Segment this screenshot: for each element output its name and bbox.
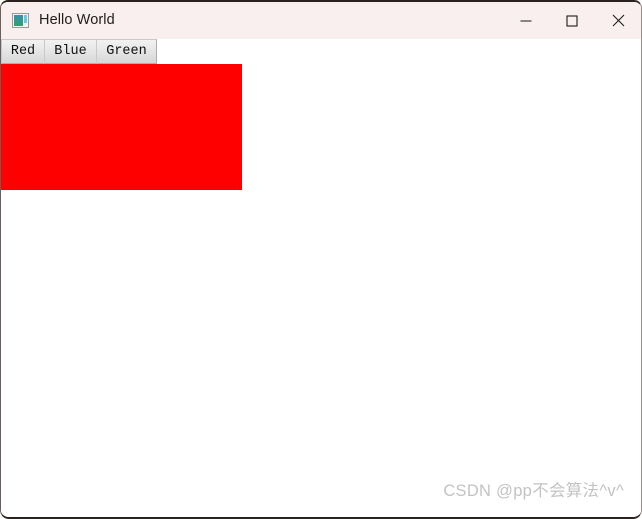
canvas-area [1,64,641,517]
minimize-button[interactable] [503,2,549,39]
maximize-icon [566,14,578,27]
color-rectangle [1,64,242,190]
green-button[interactable]: Green [96,39,157,64]
minimize-icon [520,19,532,22]
maximize-button[interactable] [549,2,595,39]
app-image-icon [12,13,29,28]
close-button[interactable] [595,2,641,39]
blue-button[interactable]: Blue [44,39,97,64]
application-window: Hello World Red Blue Green CSDN @pp不会算法^… [0,0,642,519]
title-bar[interactable]: Hello World [1,2,641,39]
close-icon [612,14,624,27]
color-button-bar: Red Blue Green [1,39,641,64]
csdn-watermark: CSDN @pp不会算法^v^ [443,482,624,500]
window-title: Hello World [39,12,115,29]
red-button[interactable]: Red [1,39,45,64]
